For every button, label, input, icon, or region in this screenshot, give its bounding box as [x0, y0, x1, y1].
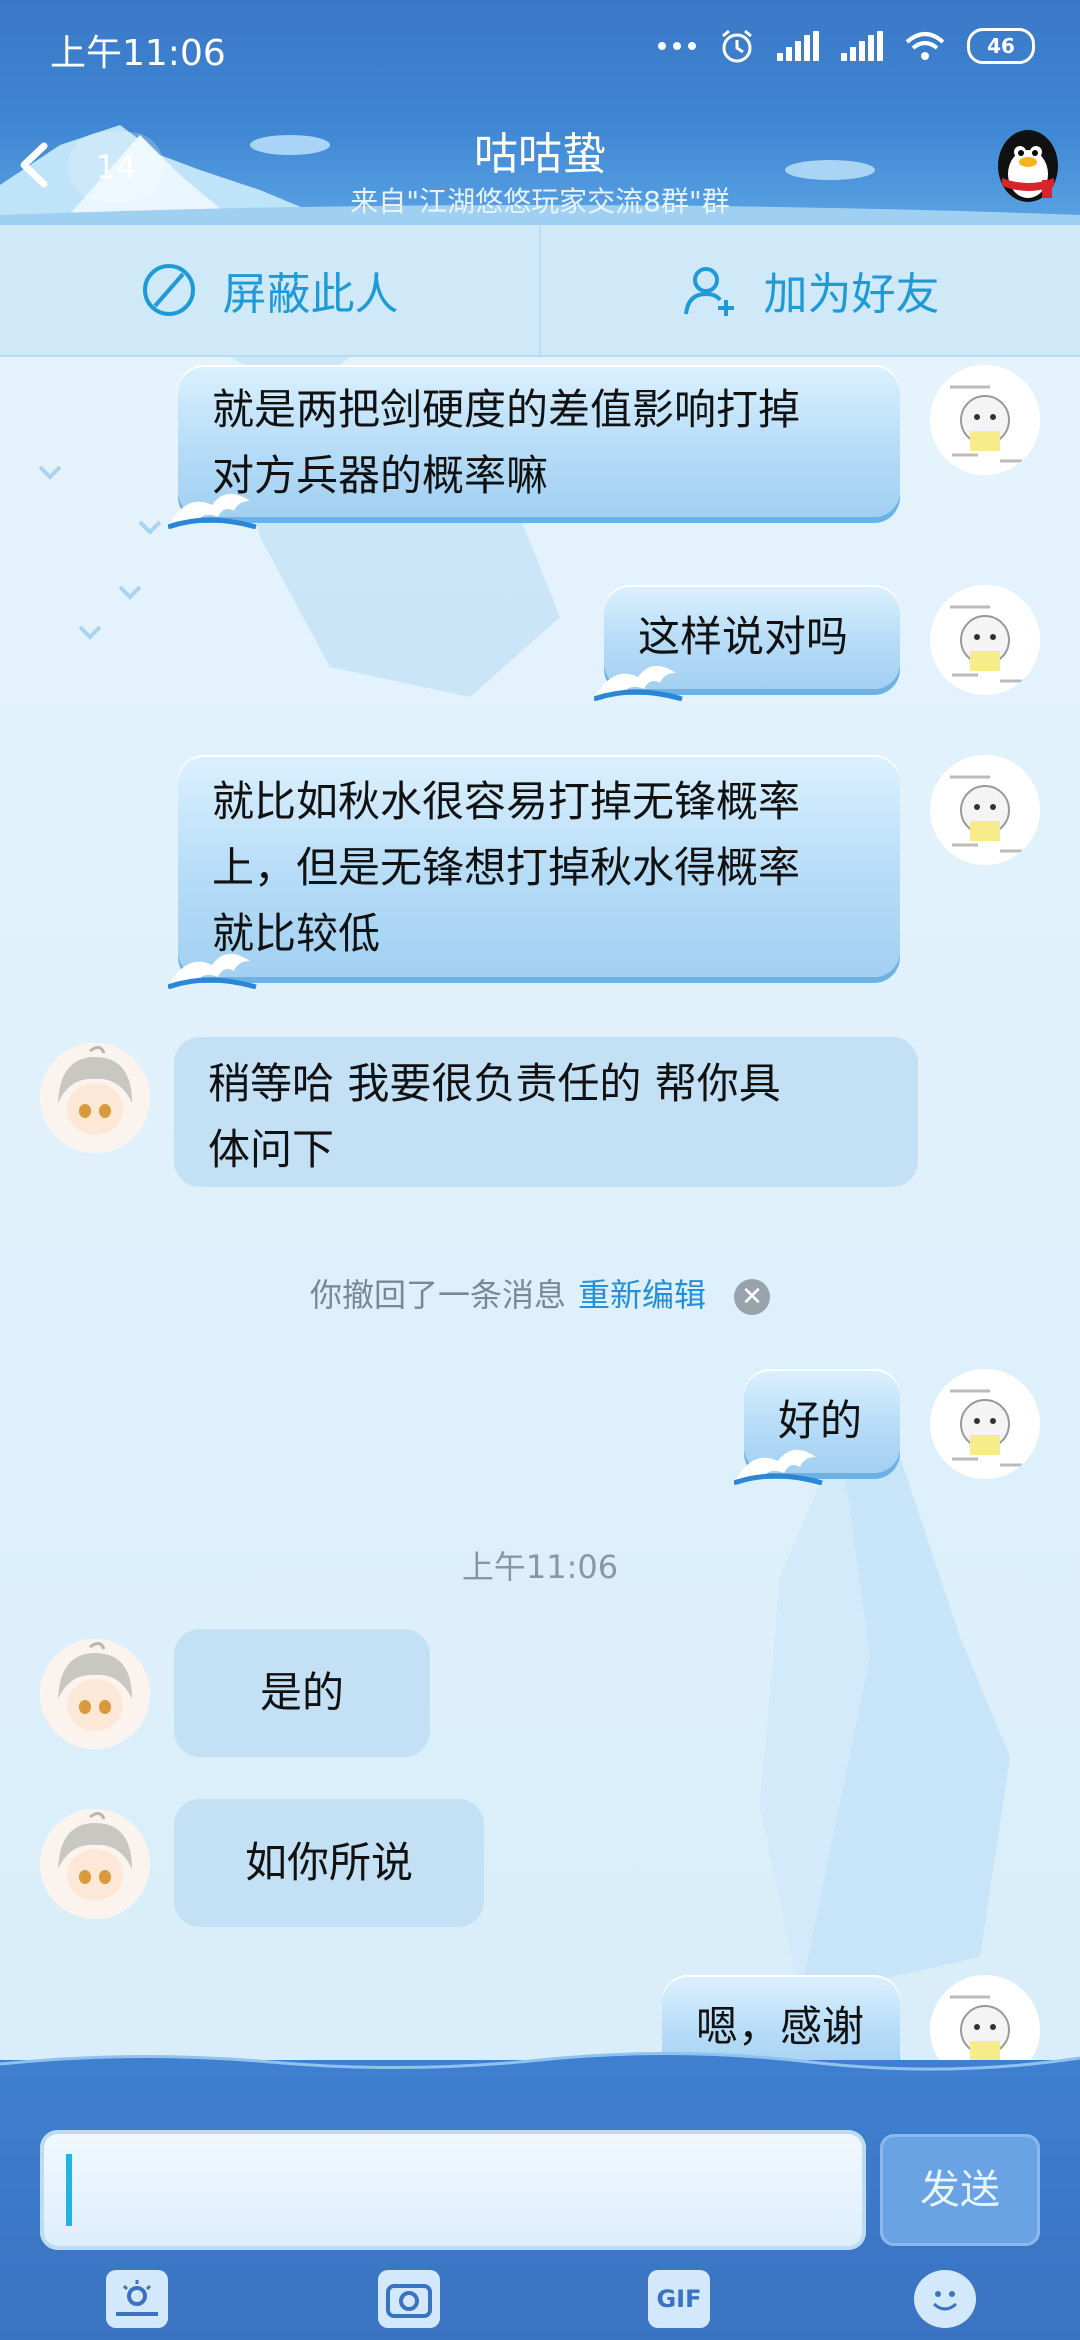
signal-icon: [777, 31, 819, 61]
action-bar: 屏蔽此人 加为好友: [0, 225, 1080, 357]
gif-icon[interactable]: GIF: [648, 2270, 710, 2328]
block-icon: [142, 264, 195, 316]
message-bubble-other[interactable]: 是的: [174, 1629, 430, 1757]
add-friend-button[interactable]: 加为好友: [539, 225, 1080, 355]
chat-title: 咕咕蛰: [474, 129, 606, 180]
signal-2-icon: [841, 31, 883, 61]
re-edit-link[interactable]: 重新编辑: [578, 1276, 706, 1314]
wave-icon: [168, 493, 257, 529]
self-avatar[interactable]: [930, 1369, 1040, 1479]
text-cursor: [66, 2154, 72, 2226]
self-avatar[interactable]: [930, 585, 1040, 695]
input-toolbar: GIF: [0, 2260, 1080, 2340]
wifi-icon: [905, 32, 945, 60]
close-icon[interactable]: ✕: [734, 1279, 771, 1315]
battery-indicator: 46: [967, 28, 1035, 64]
message-text: 对方兵器的概率嘛: [212, 451, 549, 500]
recall-notice: 你撤回了一条消息 重新编辑 ✕: [0, 1270, 1080, 1316]
block-user-label: 屏蔽此人: [222, 269, 399, 320]
message-text: 体问下: [208, 1125, 335, 1174]
alarm-icon: [722, 29, 752, 63]
self-avatar[interactable]: [930, 365, 1040, 475]
message-text: 稍等哈 我要很负责任的 帮你具: [208, 1059, 781, 1108]
message-bubble-self[interactable]: 就是两把剑硬度的差值影响打掉 对方兵器的概率嘛: [168, 365, 900, 529]
chat-area[interactable]: 就是两把剑硬度的差值影响打掉 对方兵器的概率嘛 这样说对吗 就比如秋水很容易打掉…: [0, 357, 1080, 2060]
contact-avatar[interactable]: [40, 1043, 150, 1153]
add-friend-label: 加为好友: [763, 269, 940, 320]
wave-divider: [0, 2051, 1080, 2076]
message-bubble-other[interactable]: 稍等哈 我要很负责任的 帮你具 体问下: [174, 1037, 918, 1187]
message-bubble-other[interactable]: 如你所说: [174, 1799, 484, 1927]
block-user-button[interactable]: 屏蔽此人: [0, 225, 539, 355]
contact-avatar[interactable]: [40, 1639, 150, 1749]
recall-notice-text: 你撤回了一条消息: [309, 1276, 566, 1314]
wave-icon: [734, 1449, 823, 1485]
message-bubble-self[interactable]: 这样说对吗: [594, 585, 900, 701]
message-input[interactable]: [40, 2130, 866, 2250]
contact-avatar[interactable]: [40, 1809, 150, 1919]
status-time: 上午11:06: [50, 33, 226, 74]
chat-subtitle: 来自"江湖悠悠玩家交流8群"群: [350, 185, 730, 218]
status-bar: 上午11:06 46: [0, 0, 1080, 96]
message-text: 是的: [259, 1668, 344, 1717]
wave-icon: [594, 665, 683, 701]
message-timestamp: 上午11:06: [461, 1548, 619, 1586]
camera-icon[interactable]: [378, 2270, 440, 2328]
wave-icon: [168, 953, 257, 989]
message-bubble-self[interactable]: 好的: [734, 1369, 900, 1485]
emoji-icon[interactable]: [914, 2270, 976, 2328]
self-avatar[interactable]: [930, 755, 1040, 865]
message-text: 上，但是无锋想打掉秋水得概率: [212, 843, 801, 892]
message-text: 就比较低: [212, 909, 381, 958]
header-bar: 上午11:06 46 14 咕咕蛰 来自"江湖悠悠玩家交流8群"群: [0, 0, 1080, 225]
gif-label: GIF: [656, 2285, 702, 2313]
penguin-icon[interactable]: [988, 122, 1068, 206]
message-text: 如你所说: [244, 1838, 413, 1887]
add-friend-icon: [683, 267, 734, 316]
composer-area: 发送 GIF: [0, 2051, 1080, 2340]
message-text: 就比如秋水很容易打掉无锋概率: [212, 777, 801, 826]
photo-icon[interactable]: [106, 2270, 168, 2328]
message-bubble-self[interactable]: 就比如秋水很容易打掉无锋概率 上，但是无锋想打掉秋水得概率 就比较低: [168, 755, 900, 989]
background-illustration: [38, 357, 1010, 1997]
message-text: 就是两把剑硬度的差值影响打掉: [212, 385, 801, 434]
more-dots-icon: [658, 42, 696, 50]
send-button[interactable]: 发送: [880, 2134, 1040, 2246]
